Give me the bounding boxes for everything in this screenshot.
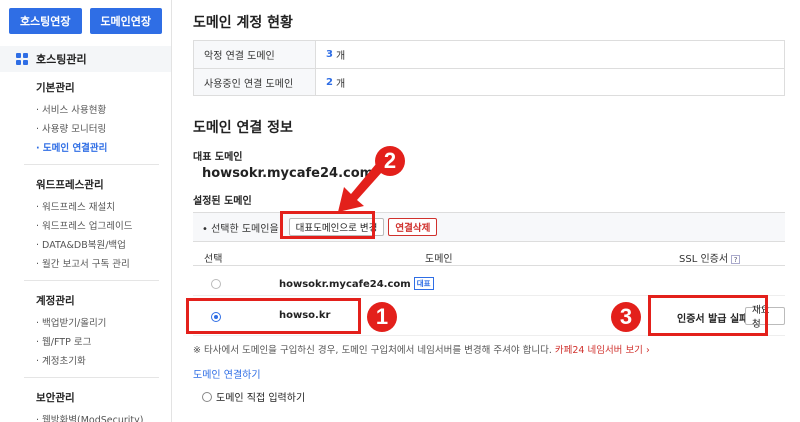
sidebar-group-basic: 기본관리 · 서비스 사용현황 · 사용량 모니터링 · 도메인 연결관리 bbox=[0, 72, 171, 158]
status-value: 3개 bbox=[316, 41, 345, 68]
sidebar-item-wp-upgrade[interactable]: · 워드프레스 업그레이드 bbox=[36, 217, 171, 236]
sidebar-item-modsecurity[interactable]: · 웹방화벽(ModSecurity) bbox=[36, 411, 171, 422]
domain-row: howsokr.mycafe24.com 대표 bbox=[193, 270, 785, 296]
sidebar-item-domain-connection[interactable]: · 도메인 연결관리 bbox=[36, 139, 171, 158]
status-label: 악정 연결 도메인 bbox=[194, 41, 316, 68]
col-select: 선택 bbox=[204, 254, 223, 265]
top-buttons: 호스팅연장 도메인연장 bbox=[0, 0, 171, 34]
domain-name: howsokr.mycafe24.com bbox=[279, 279, 411, 290]
status-label: 사용중인 연결 도메인 bbox=[194, 69, 316, 95]
nameserver-link[interactable]: 카페24 네임서버 보기 › bbox=[555, 345, 650, 356]
sidebar-group-title: 기본관리 bbox=[36, 82, 75, 94]
sidebar-item-usage-monitoring[interactable]: · 사용량 모니터링 bbox=[36, 120, 171, 139]
help-icon[interactable]: ? bbox=[731, 255, 741, 264]
sidebar-item-wp-reinstall[interactable]: · 워드프레스 재설치 bbox=[36, 198, 171, 217]
status-unit: 개 bbox=[335, 51, 346, 62]
sidebar-group-account: 계정관리 · 백업받기/올리기 · 웹/FTP 로그 · 계정초기화 bbox=[0, 285, 171, 371]
connect-title: 도메인 연결하기 bbox=[193, 370, 261, 381]
annotation-number-3: 3 bbox=[611, 302, 641, 332]
status-table: 악정 연결 도메인 3개 사용중인 연결 도메인 2개 bbox=[193, 40, 785, 96]
configured-domain-label: 설정된 도메인 bbox=[193, 196, 252, 207]
sidebar-item-monthly-report[interactable]: · 월간 보고서 구독 관리 bbox=[36, 255, 171, 274]
annotation-box-1 bbox=[186, 298, 361, 334]
sidebar-item-backup-upload[interactable]: · 백업받기/올리기 bbox=[36, 314, 171, 333]
info-title: 도메인 연결 정보 bbox=[193, 120, 293, 136]
sidebar-item-service-usage[interactable]: · 서비스 사용현황 bbox=[36, 101, 171, 120]
sidebar-divider bbox=[24, 164, 159, 165]
col-ssl: SSL 인증서? bbox=[679, 250, 741, 265]
hosting-extend-button[interactable]: 호스팅연장 bbox=[9, 8, 82, 34]
status-title: 도메인 계정 현황 bbox=[193, 15, 293, 31]
status-count: 2 bbox=[326, 76, 333, 88]
annotation-arrow-icon bbox=[338, 164, 384, 212]
domain-row-name: howsokr.mycafe24.com 대표 bbox=[279, 277, 434, 290]
sidebar-group-security: 보안관리 · 웹방화벽(ModSecurity) bbox=[0, 382, 171, 422]
action-prefix: • 선택한 도메인을 bbox=[202, 223, 279, 235]
status-count: 3 bbox=[326, 49, 333, 60]
domain-extend-button[interactable]: 도메인연장 bbox=[89, 8, 162, 34]
status-row: 악정 연결 도메인 3개 bbox=[194, 41, 784, 68]
sidebar-item-data-db-backup[interactable]: · DATA&DB복원/백업 bbox=[36, 236, 171, 255]
status-value: 2개 bbox=[316, 69, 345, 95]
direct-input-option[interactable]: 도메인 직접 입력하기 bbox=[202, 389, 305, 404]
col-ssl-label: SSL 인증서 bbox=[679, 254, 729, 265]
nameserver-note: ※ 타사에서 도메인을 구입하신 경우, 도메인 구입처에서 네임서버를 변경해… bbox=[193, 342, 650, 356]
col-domain: 도메인 bbox=[425, 254, 453, 265]
primary-badge: 대표 bbox=[413, 277, 434, 290]
sidebar-item-web-ftp-log[interactable]: · 웹/FTP 로그 bbox=[36, 333, 171, 352]
delete-connection-button[interactable]: 연결삭제 bbox=[388, 218, 438, 236]
grid-icon bbox=[16, 53, 28, 65]
sidebar-header[interactable]: 호스팅관리 bbox=[0, 46, 171, 72]
sidebar-group-title: 보안관리 bbox=[36, 392, 75, 404]
direct-input-radio[interactable] bbox=[202, 391, 212, 402]
main-content: 도메인 계정 현황 악정 연결 도메인 3개 사용중인 연결 도메인 2개 도메… bbox=[172, 0, 800, 422]
sidebar-divider bbox=[24, 280, 159, 281]
annotation-box-3 bbox=[648, 295, 768, 336]
status-unit: 개 bbox=[335, 78, 346, 90]
annotation-number-1: 1 bbox=[367, 302, 397, 332]
domain-table-header: 선택 도메인 SSL 인증서? bbox=[193, 248, 785, 266]
sidebar-group-title: 워드프레스관리 bbox=[36, 179, 104, 191]
sidebar: 호스팅연장 도메인연장 호스팅관리 기본관리 · 서비스 사용현황 · 사용량 … bbox=[0, 0, 172, 422]
direct-input-label: 도메인 직접 입력하기 bbox=[216, 393, 306, 404]
sidebar-item-account-reset[interactable]: · 계정초기화 bbox=[36, 352, 171, 371]
sidebar-header-label: 호스팅관리 bbox=[36, 53, 87, 66]
status-row: 사용중인 연결 도메인 2개 bbox=[194, 68, 784, 95]
domain-radio[interactable] bbox=[211, 279, 221, 289]
sidebar-group-title: 계정관리 bbox=[36, 295, 75, 307]
primary-domain-label: 대표 도메인 bbox=[193, 152, 243, 163]
note-text: ※ 타사에서 도메인을 구입하신 경우, 도메인 구입처에서 네임서버를 변경해… bbox=[193, 345, 552, 356]
sidebar-divider bbox=[24, 377, 159, 378]
sidebar-group-wordpress: 워드프레스관리 · 워드프레스 재설치 · 워드프레스 업그레이드 · DATA… bbox=[0, 169, 171, 274]
